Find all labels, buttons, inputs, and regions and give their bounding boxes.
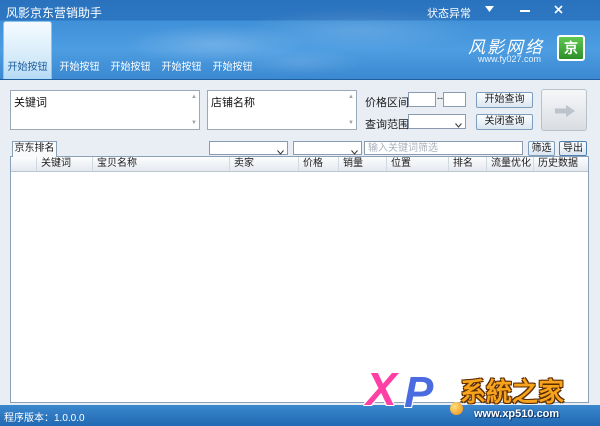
filter-button[interactable]: 筛选 xyxy=(528,141,555,156)
watermark-url: www.xp510.com xyxy=(474,408,560,420)
filter-select-1[interactable] xyxy=(209,141,288,155)
tab-label: 开始按钮 xyxy=(161,62,202,73)
watermark-logo-p: P xyxy=(404,368,434,417)
shop-box: 店铺名称 ▲ ▼ xyxy=(207,90,357,130)
window-title: 风影京东营销助手 xyxy=(6,6,103,20)
table-body[interactable] xyxy=(11,172,588,402)
tab-jd-ranking[interactable]: 京东排名 xyxy=(12,141,57,157)
tab-label: 开始按钮 xyxy=(7,62,48,73)
column-header-sales[interactable]: 销量 xyxy=(339,157,387,171)
main-tabs: 开始按钮 开始按钮 开始按钮 开始按钮 开始按钮 xyxy=(3,21,258,79)
go-button[interactable] xyxy=(541,89,587,131)
tab-5[interactable]: 开始按钮 xyxy=(207,21,258,79)
column-header-keyword[interactable]: 关键词 xyxy=(37,157,93,171)
filter-select-2[interactable] xyxy=(293,141,362,155)
query-range-select[interactable] xyxy=(408,114,466,129)
column-header-price[interactable]: 价格 xyxy=(299,157,339,171)
status-indicator[interactable]: 状态异常 xyxy=(427,5,471,21)
column-header-position[interactable]: 位置 xyxy=(387,157,449,171)
tab-label: 开始按钮 xyxy=(59,62,100,73)
keyword-textarea[interactable]: 关键词 xyxy=(11,91,199,129)
keyword-box: 关键词 ▲ ▼ xyxy=(10,90,200,130)
filter-search-input[interactable] xyxy=(364,141,523,155)
query-range-label: 查询范围 xyxy=(365,119,409,131)
scroll-up-icon[interactable]: ▲ xyxy=(191,94,197,100)
jd-badge-icon: 京 xyxy=(557,35,585,61)
export-button[interactable]: 导出 xyxy=(559,141,587,156)
tab-label: 开始按钮 xyxy=(212,62,253,73)
chevron-down-icon xyxy=(455,119,462,131)
price-min-input[interactable] xyxy=(408,92,436,107)
tab-3[interactable]: 开始按钮 xyxy=(105,21,156,79)
results-table: 关键词 宝贝名称 卖家 价格 销量 位置 排名 流量优化 历史数据 xyxy=(10,156,589,403)
column-header-traffic-optimize[interactable]: 流量优化 xyxy=(487,157,534,171)
column-header-rank[interactable]: 排名 xyxy=(449,157,487,171)
scroll-down-icon[interactable]: ▼ xyxy=(191,120,197,126)
column-header-history[interactable]: 历史数据 xyxy=(534,157,588,171)
table-header: 关键词 宝贝名称 卖家 价格 销量 位置 排名 流量优化 历史数据 xyxy=(11,157,588,172)
watermark-name: 系統之家 xyxy=(460,377,565,407)
version-text: 程序版本：1.0.0.0 xyxy=(4,413,85,424)
tab-label: 开始按钮 xyxy=(110,62,151,73)
tab-4[interactable]: 开始按钮 xyxy=(156,21,207,79)
dropdown-icon[interactable] xyxy=(480,2,498,18)
scroll-down-icon[interactable]: ▼ xyxy=(348,120,354,126)
column-header-item-name[interactable]: 宝贝名称 xyxy=(93,157,230,171)
shop-textarea[interactable]: 店铺名称 xyxy=(208,91,356,129)
stop-query-button[interactable]: 关闭查询 xyxy=(476,114,533,130)
close-icon[interactable] xyxy=(549,2,567,18)
scroll-up-icon[interactable]: ▲ xyxy=(348,94,354,100)
price-max-input[interactable] xyxy=(443,92,466,107)
minimize-icon[interactable] xyxy=(516,2,534,18)
tab-2[interactable]: 开始按钮 xyxy=(54,21,105,79)
start-query-button[interactable]: 开始查询 xyxy=(476,92,533,108)
watermark-logo-x: X xyxy=(366,363,397,415)
column-header-select[interactable] xyxy=(11,157,37,171)
tab-1[interactable]: 开始按钮 xyxy=(3,21,52,79)
price-range-label: 价格区间 xyxy=(365,97,409,109)
brand-url: www.fy027.com xyxy=(478,54,542,64)
header: 风影京东营销助手 状态异常 开始按钮 开始按钮 开始按钮 开始按钮 开始按钮 风… xyxy=(0,0,600,80)
column-header-seller[interactable]: 卖家 xyxy=(230,157,299,171)
